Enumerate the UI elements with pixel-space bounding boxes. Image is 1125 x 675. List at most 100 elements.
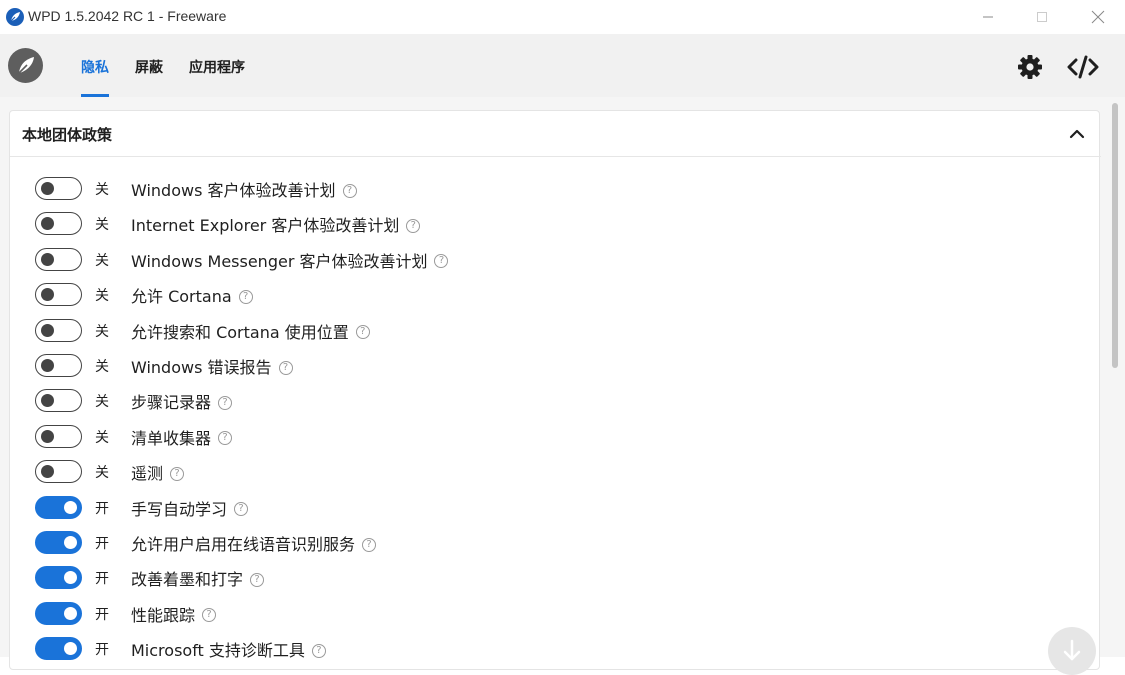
setting-toggle[interactable] bbox=[35, 460, 82, 484]
toggle-state-label: 关 bbox=[95, 359, 109, 375]
setting-row: 关 Windows Messenger 客户体验改善计划? bbox=[0, 245, 900, 280]
setting-label-text: 步骤记录器 bbox=[131, 393, 212, 413]
setting-toggle[interactable] bbox=[35, 531, 82, 554]
setting-label-text: 允许搜索和 Cortana 使用位置 bbox=[131, 322, 349, 342]
toggle-knob bbox=[64, 571, 77, 585]
toggle-knob bbox=[64, 500, 77, 514]
setting-row: 关 遥测? bbox=[0, 457, 900, 492]
setting-label: 允许 Cortana? bbox=[131, 283, 253, 307]
toggle-knob bbox=[41, 252, 54, 266]
help-circle-icon[interactable]: ? bbox=[342, 183, 357, 198]
setting-row: 关 Windows 错误报告? bbox=[0, 351, 900, 386]
setting-toggle[interactable] bbox=[35, 601, 82, 625]
setting-toggle[interactable] bbox=[35, 566, 82, 590]
help-circle-icon[interactable]: ? bbox=[234, 502, 249, 517]
setting-toggle[interactable] bbox=[35, 247, 82, 271]
setting-row: 关 Windows 客户体验改善计划? bbox=[0, 174, 900, 209]
help-circle-icon[interactable]: ? bbox=[238, 289, 253, 304]
help-circle-icon[interactable]: ? bbox=[250, 572, 265, 587]
setting-row: 关 步骤记录器? bbox=[0, 386, 900, 421]
toggle-knob bbox=[41, 288, 54, 302]
setting-label: 允许搜索和 Cortana 使用位置? bbox=[131, 319, 370, 343]
help-circle-icon[interactable]: ? bbox=[170, 466, 185, 481]
help-circle-icon[interactable]: ? bbox=[434, 254, 449, 269]
toggle-state-label: 开 bbox=[95, 642, 109, 659]
setting-row: 开 改善着墨和打字? bbox=[0, 563, 900, 598]
toggle-state-label: 关 bbox=[95, 288, 109, 305]
toggle-knob bbox=[41, 359, 54, 372]
setting-label-text: Windows Messenger 客户体验改善计划 bbox=[131, 251, 428, 271]
setting-label-text: Windows 错误报告 bbox=[131, 358, 272, 377]
maximize-button[interactable] bbox=[1016, 0, 1068, 34]
tab-block[interactable]: 屏蔽 bbox=[135, 57, 163, 77]
setting-toggle[interactable] bbox=[35, 283, 82, 307]
help-circle-icon[interactable]: ? bbox=[218, 395, 233, 410]
setting-row: 开 手写自动学习? bbox=[0, 493, 900, 528]
tab-privacy[interactable]: 隐私 bbox=[81, 57, 109, 77]
setting-toggle[interactable] bbox=[35, 389, 82, 413]
toggle-state-label: 关 bbox=[95, 252, 109, 269]
toggle-state-label: 关 bbox=[95, 465, 109, 482]
toggle-state-label: 关 bbox=[95, 394, 109, 411]
setting-toggle[interactable] bbox=[35, 318, 82, 342]
setting-label-text: 改善着墨和打字 bbox=[131, 570, 244, 590]
logo-icon bbox=[8, 48, 43, 83]
scrollbar-thumb[interactable] bbox=[1112, 103, 1118, 368]
setting-toggle[interactable] bbox=[35, 177, 82, 200]
setting-label-text: Internet Explorer 客户体验改善计划 bbox=[131, 216, 400, 236]
help-circle-icon[interactable]: ? bbox=[355, 325, 370, 340]
setting-row: 关 允许搜索和 Cortana 使用位置? bbox=[0, 316, 900, 351]
toggle-knob bbox=[41, 323, 54, 337]
toggle-state-label: 关 bbox=[95, 182, 109, 198]
help-circle-icon[interactable]: ? bbox=[362, 537, 377, 552]
setting-row: 关 Internet Explorer 客户体验改善计划? bbox=[0, 209, 900, 244]
toggle-knob bbox=[41, 182, 54, 195]
close-button[interactable] bbox=[1072, 0, 1124, 34]
help-circle-icon[interactable]: ? bbox=[406, 218, 421, 233]
setting-label-text: 允许用户启用在线语音识别服务 bbox=[131, 535, 356, 554]
feather-icon bbox=[6, 8, 24, 26]
setting-label-text: 清单收集器 bbox=[131, 428, 212, 448]
setting-label: 允许用户启用在线语音识别服务? bbox=[131, 531, 377, 555]
toggle-state-label: 开 bbox=[95, 536, 109, 552]
tab-apps[interactable]: 应用程序 bbox=[189, 57, 245, 77]
setting-label: Windows 客户体验改善计划? bbox=[131, 177, 357, 201]
toggle-knob bbox=[41, 429, 54, 443]
toggle-state-label: 关 bbox=[95, 323, 109, 340]
scroll-down-button[interactable] bbox=[1048, 627, 1096, 675]
panel-title: 本地团体政策 bbox=[22, 126, 113, 144]
setting-label: Windows 错误报告? bbox=[131, 354, 293, 378]
help-circle-icon[interactable]: ? bbox=[278, 360, 293, 375]
arrow-down-icon bbox=[1063, 639, 1081, 661]
setting-label-text: Microsoft 支持诊断工具 bbox=[131, 641, 305, 661]
setting-toggle[interactable] bbox=[35, 212, 82, 236]
toggle-knob bbox=[64, 606, 77, 620]
title-bar: WPD 1.5.2042 RC 1 - Freeware bbox=[0, 0, 1125, 34]
help-circle-icon[interactable]: ? bbox=[202, 608, 217, 623]
setting-row: 开 性能跟踪? bbox=[0, 599, 900, 634]
setting-row: 关 允许 Cortana? bbox=[0, 280, 900, 315]
minimize-button[interactable] bbox=[962, 0, 1014, 34]
setting-toggle[interactable] bbox=[35, 424, 82, 448]
setting-label-text: 手写自动学习 bbox=[131, 499, 228, 519]
toggle-knob bbox=[64, 642, 77, 656]
setting-toggle[interactable] bbox=[35, 354, 82, 377]
setting-toggle[interactable] bbox=[35, 495, 82, 519]
setting-label: 手写自动学习? bbox=[131, 496, 249, 520]
setting-label: 清单收集器? bbox=[131, 425, 233, 449]
panel-header[interactable]: 本地团体政策 bbox=[10, 111, 1101, 157]
toggle-state-label: 开 bbox=[95, 571, 109, 588]
help-circle-icon[interactable]: ? bbox=[311, 643, 326, 658]
toggle-knob bbox=[41, 217, 54, 231]
gear-icon[interactable] bbox=[1017, 54, 1043, 80]
content-area: 本地团体政策 关 Windows 客户体验改善计划? 关 Internet Explo… bbox=[0, 97, 1125, 670]
code-icon[interactable] bbox=[1067, 54, 1099, 80]
chevron-up-icon[interactable] bbox=[1066, 123, 1088, 145]
toggle-state-label: 关 bbox=[95, 429, 109, 446]
setting-label: Internet Explorer 客户体验改善计划? bbox=[131, 212, 421, 236]
toggle-state-label: 关 bbox=[95, 217, 109, 234]
toggle-state-label: 开 bbox=[95, 606, 109, 623]
help-circle-icon[interactable]: ? bbox=[218, 431, 233, 446]
setting-label: 性能跟踪? bbox=[131, 602, 217, 626]
setting-label: 遥测? bbox=[131, 460, 185, 484]
